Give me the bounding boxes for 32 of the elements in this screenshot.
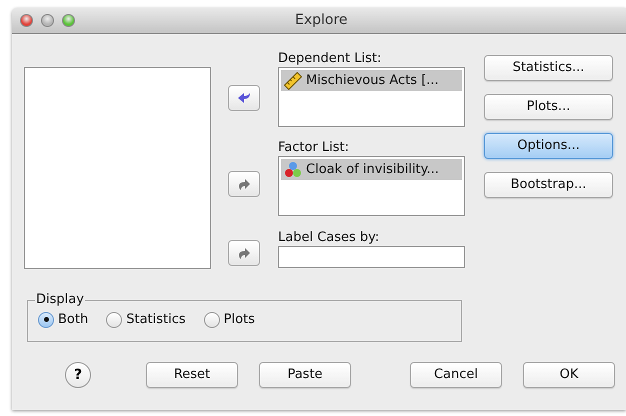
source-variable-list[interactable] — [24, 67, 211, 269]
dialog-button[interactable]: Plots... — [484, 94, 613, 120]
dependent-list-label: Dependent List: — [278, 51, 382, 67]
dependent-list[interactable]: Mischievous Acts [... — [278, 67, 465, 127]
arrow-icon — [236, 91, 252, 105]
list-item[interactable]: Cloak of invisibility... — [281, 159, 462, 180]
dialog-button[interactable]: Cancel — [410, 362, 502, 388]
three-circles-icon — [284, 160, 302, 178]
close-button[interactable] — [20, 14, 33, 27]
group-legend: Display — [35, 292, 85, 308]
minimize-button[interactable] — [41, 14, 54, 27]
radio-option[interactable]: Plots — [204, 310, 255, 330]
factor-list-label: Factor List: — [278, 140, 350, 156]
arrow-icon — [236, 246, 252, 260]
dialog-button[interactable]: Statistics... — [484, 55, 613, 81]
radio-option[interactable]: Both — [38, 310, 88, 330]
factor-list[interactable]: Cloak of invisibility... — [278, 156, 465, 216]
label-cases-label: Label Cases by: — [278, 230, 380, 246]
dialog-button[interactable]: Reset — [146, 362, 238, 388]
dialog-button[interactable]: Bootstrap... — [484, 172, 613, 198]
dialog-button[interactable]: OK — [523, 362, 615, 388]
ruler-icon — [284, 72, 302, 90]
window-title: Explore — [295, 11, 348, 30]
list-item[interactable]: Mischievous Acts [... — [281, 70, 462, 91]
radio-option[interactable]: Statistics — [106, 310, 186, 330]
move-button[interactable] — [228, 85, 260, 111]
zoom-button[interactable] — [62, 14, 75, 27]
dialog-button[interactable]: Paste — [259, 362, 351, 388]
dialog-button[interactable]: Options... — [484, 133, 613, 159]
help-button[interactable]: ? — [65, 362, 91, 388]
label-cases-field[interactable] — [278, 246, 465, 268]
arrow-icon — [236, 177, 252, 191]
